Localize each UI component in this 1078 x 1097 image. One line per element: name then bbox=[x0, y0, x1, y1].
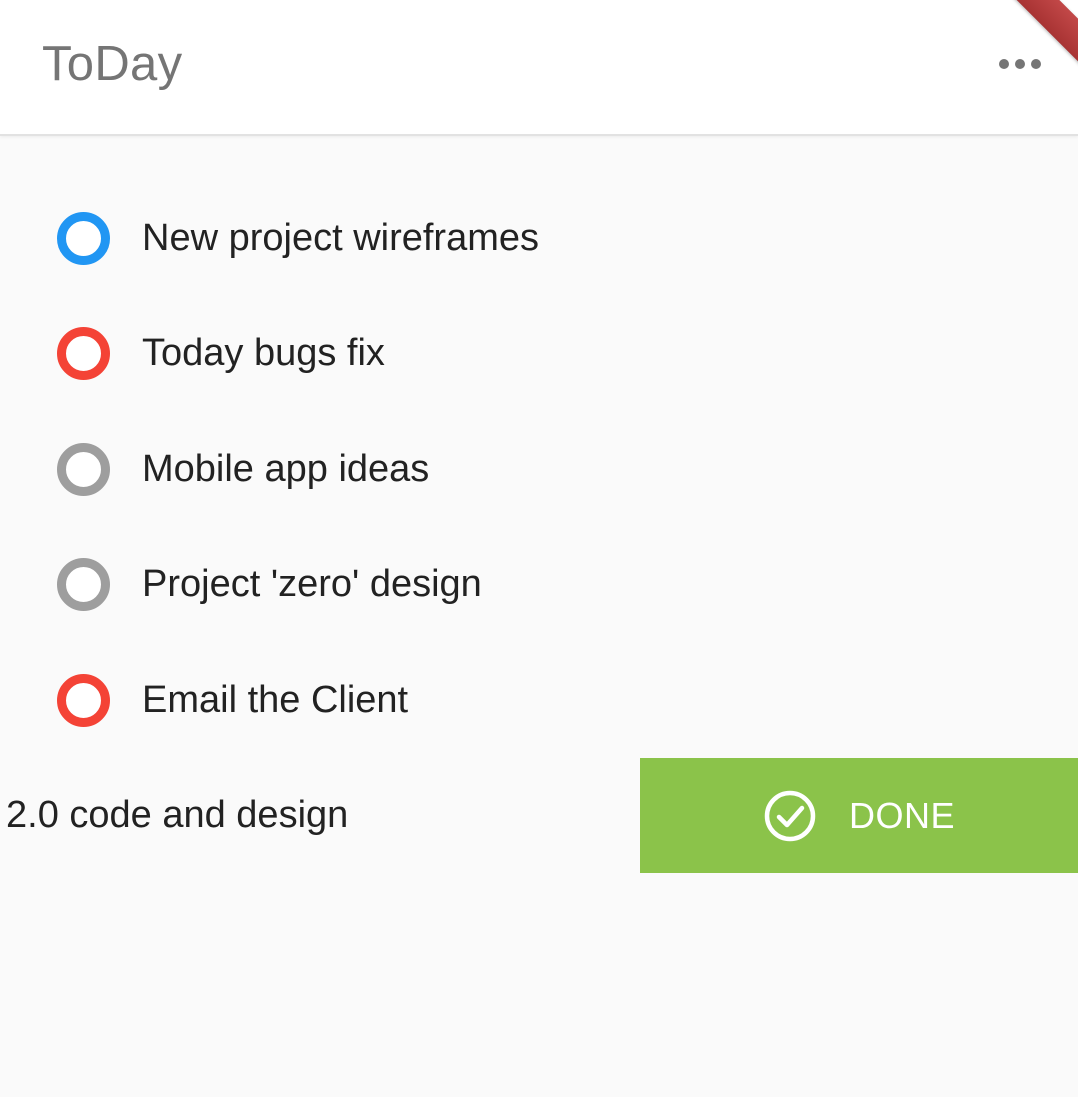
task-status-circle-icon[interactable] bbox=[57, 558, 110, 611]
app-screen: ToDay New project wireframes Today bugs … bbox=[0, 0, 1078, 1097]
app-bar: ToDay bbox=[0, 0, 1078, 136]
task-status-circle-icon[interactable] bbox=[57, 212, 110, 265]
list-item-task[interactable]: Mobile app ideas bbox=[0, 412, 1078, 527]
page-title: ToDay bbox=[42, 37, 183, 91]
more-dot-icon bbox=[999, 59, 1009, 69]
list-item-task[interactable]: Project 'zero' design bbox=[0, 527, 1078, 642]
list-item-task[interactable]: Email the Client bbox=[0, 643, 1078, 758]
swiped-list-item[interactable]: 2.0 code and design DONE bbox=[0, 758, 1078, 873]
task-label: Today bugs fix bbox=[142, 332, 385, 374]
check-circle-icon bbox=[764, 790, 816, 841]
list-item-task[interactable]: Today bugs fix bbox=[0, 296, 1078, 411]
more-options-button[interactable] bbox=[992, 44, 1048, 84]
task-label: Project 'zero' design bbox=[142, 563, 482, 605]
done-label: DONE bbox=[848, 794, 955, 836]
task-label: New project wireframes bbox=[142, 217, 539, 259]
more-dot-icon bbox=[1031, 59, 1041, 69]
done-action-button[interactable]: DONE bbox=[640, 758, 1078, 873]
task-status-circle-icon[interactable] bbox=[57, 443, 110, 496]
list-item-task[interactable]: New project wireframes bbox=[0, 181, 1078, 296]
more-dot-icon bbox=[1015, 59, 1025, 69]
task-status-circle-icon[interactable] bbox=[57, 327, 110, 380]
task-status-circle-icon[interactable] bbox=[57, 674, 110, 727]
task-label: 2.0 code and design bbox=[6, 794, 349, 836]
task-label: Mobile app ideas bbox=[142, 448, 430, 490]
task-label: Email the Client bbox=[142, 679, 409, 721]
